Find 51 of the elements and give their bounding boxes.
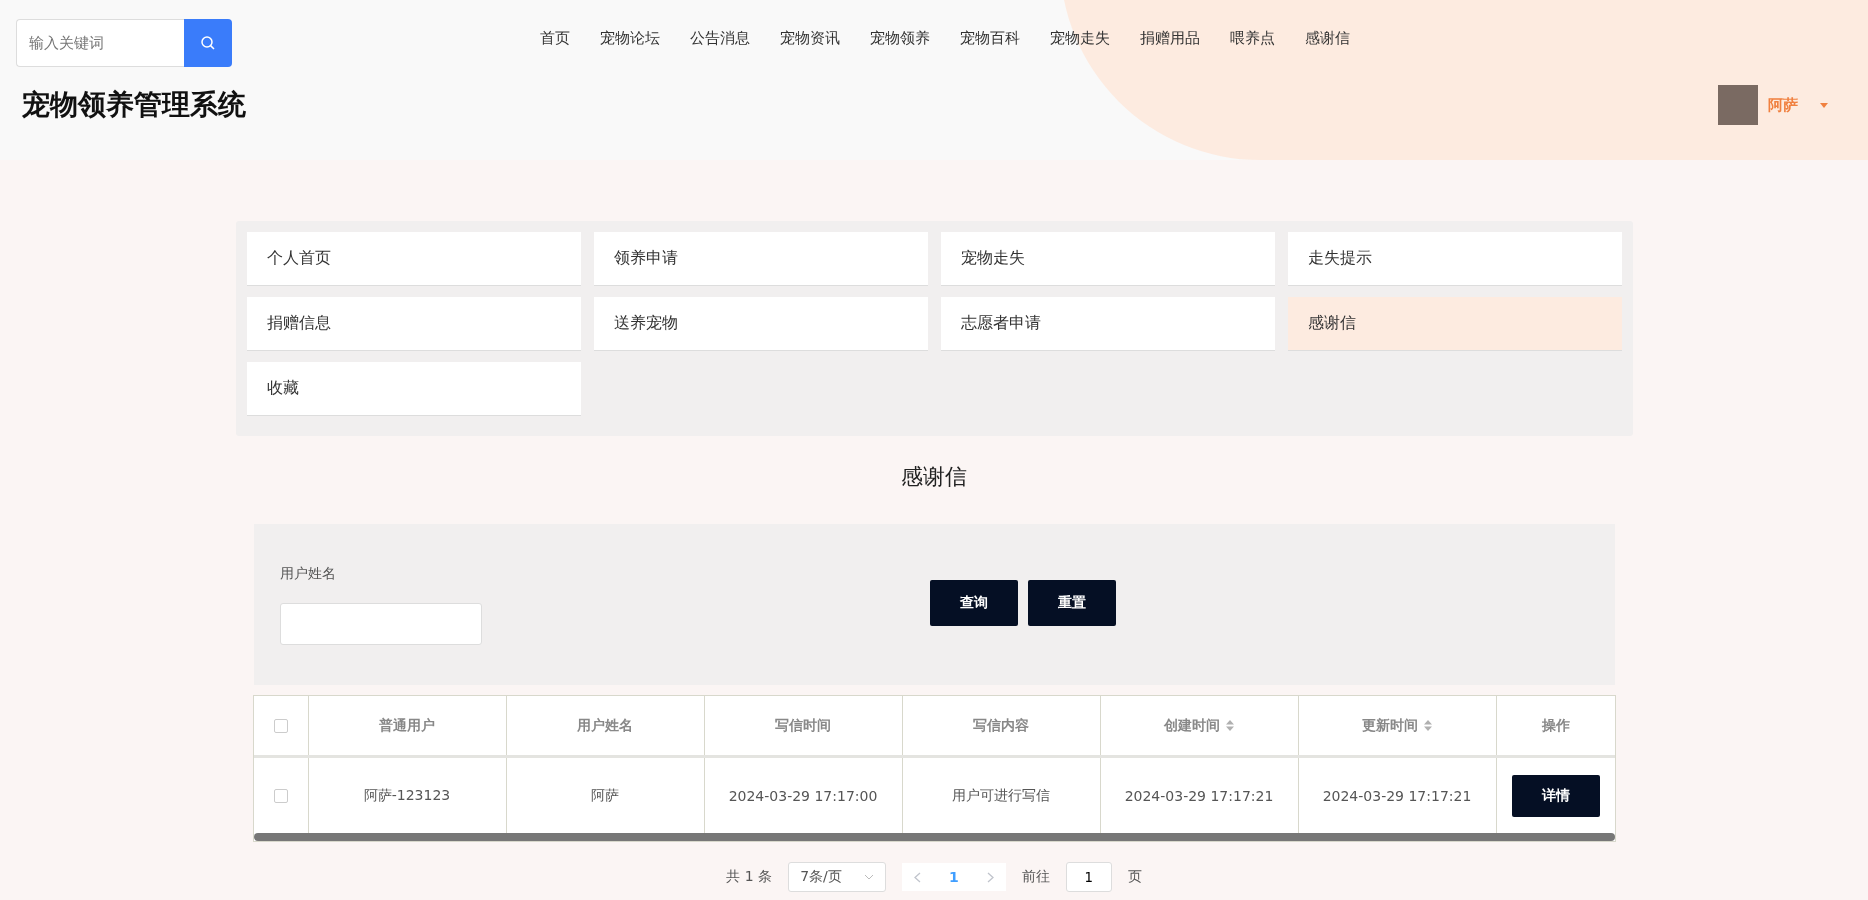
field-label: 用户姓名 <box>279 564 337 583</box>
page-size-select[interactable]: 7条/页 <box>788 862 887 892</box>
goto-label: 前往 <box>1021 868 1050 886</box>
column-header: 写信时间 <box>704 696 903 755</box>
nav-link[interactable]: 宠物论坛 <box>600 28 660 48</box>
row-checkbox[interactable] <box>273 788 288 803</box>
select-all-checkbox[interactable] <box>273 718 288 733</box>
nav-link[interactable]: 宠物资讯 <box>780 28 840 48</box>
menu-item[interactable]: 收藏 <box>246 362 581 416</box>
sort-icon[interactable] <box>1424 720 1432 731</box>
menu-item[interactable]: 送养宠物 <box>593 297 928 351</box>
filter-button[interactable]: 重置 <box>1027 579 1116 626</box>
column-header: 写信内容 <box>902 696 1101 755</box>
nav-link[interactable]: 宠物走失 <box>1050 28 1110 48</box>
menu-item[interactable]: 感谢信 <box>1287 297 1622 351</box>
menu-item[interactable]: 捐赠信息 <box>246 297 581 351</box>
nav-link[interactable]: 感谢信 <box>1305 28 1350 48</box>
nav-link[interactable]: 喂养点 <box>1230 28 1275 48</box>
column-header: 普通用户 <box>308 696 507 755</box>
menu-item[interactable]: 领养申请 <box>593 232 928 286</box>
menu-item[interactable]: 个人首页 <box>246 232 581 286</box>
avatar-photo-placeholder <box>1718 85 1758 125</box>
sort-icon[interactable] <box>1226 720 1234 731</box>
prev-page-icon[interactable] <box>914 871 922 883</box>
column-header: 用户姓名 <box>506 696 705 755</box>
goto-page-field[interactable]: 1 <box>1065 862 1112 892</box>
menu-item[interactable]: 志愿者申请 <box>940 297 1275 351</box>
column-header: 更新时间 <box>1298 696 1497 755</box>
nav-link[interactable]: 首页 <box>540 28 570 48</box>
chevron-down-icon[interactable] <box>863 874 874 880</box>
scrollbar[interactable] <box>253 833 1615 841</box>
caret-icon[interactable] <box>1820 102 1828 108</box>
nav-link[interactable]: 宠物领养 <box>870 28 930 48</box>
site-title: 宠物领养管理系统 <box>22 87 246 123</box>
nav-link[interactable]: 宠物百科 <box>960 28 1020 48</box>
filter-button[interactable]: 查询 <box>929 579 1018 626</box>
column-header: 操作 <box>1540 715 1571 735</box>
total-count: 共 1 条 <box>726 868 773 886</box>
search-field[interactable]: 输入关键词 <box>16 19 184 67</box>
nav-link[interactable]: 公告消息 <box>690 28 750 48</box>
menu-item[interactable]: 宠物走失 <box>940 232 1275 286</box>
menu-item[interactable]: 走失提示 <box>1287 232 1622 286</box>
username-field[interactable] <box>279 602 482 645</box>
next-page-icon[interactable] <box>986 871 994 883</box>
search-icon <box>200 35 216 51</box>
search-button[interactable] <box>184 19 232 67</box>
nav-link[interactable]: 捐赠用品 <box>1140 28 1200 48</box>
page-title: 感谢信 <box>901 463 967 491</box>
column-header: 创建时间 <box>1100 696 1299 755</box>
goto-suffix: 页 <box>1127 868 1142 886</box>
details-button[interactable]: 详情 <box>1511 774 1600 817</box>
